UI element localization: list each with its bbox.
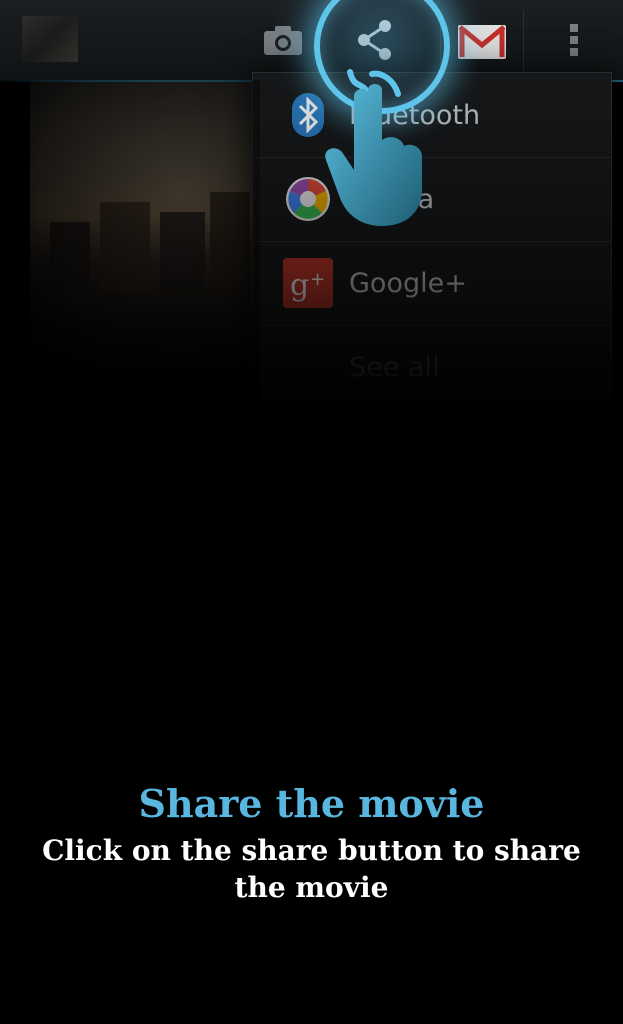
tutorial-title: Share the movie [138, 781, 485, 826]
tutorial-screen: Bluetooth Picasa g [0, 0, 623, 1024]
app-thumbnail [22, 16, 78, 62]
pointing-hand-icon [325, 69, 422, 226]
movie-thumbnail-background [30, 82, 260, 382]
share-option-label: Google+ [349, 267, 467, 299]
svg-text:g: g [290, 268, 309, 303]
camera-icon[interactable] [255, 0, 311, 80]
google-plus-icon: g + [283, 258, 333, 308]
share-option-see-all[interactable]: See all [253, 325, 611, 409]
gmail-icon[interactable] [440, 10, 524, 72]
svg-text:+: + [310, 269, 325, 290]
tutorial-caption: Share the movie Click on the share butto… [0, 780, 623, 906]
tutorial-description: Click on the share button to share the m… [42, 834, 581, 904]
overflow-menu-icon[interactable] [556, 0, 592, 80]
action-bar [0, 0, 623, 82]
share-option-google-plus[interactable]: g + Google+ [253, 241, 611, 326]
share-option-label: See all [349, 351, 440, 383]
